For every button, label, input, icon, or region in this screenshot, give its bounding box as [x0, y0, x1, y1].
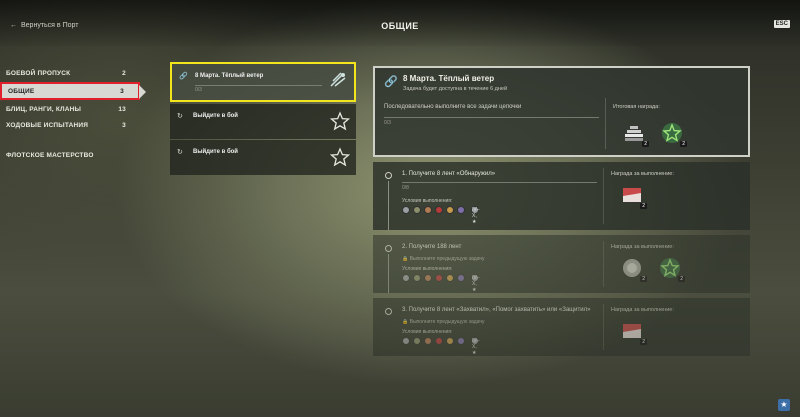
wind-icon — [330, 72, 346, 87]
tier-label: IV–X, ★ — [471, 206, 480, 225]
progress-line — [195, 85, 322, 86]
flags-reward-icon[interactable]: 2 — [623, 122, 649, 147]
chain-description: Последовательно выполните все задачи цеп… — [384, 104, 522, 110]
star-reward-icon[interactable]: 2 — [659, 257, 685, 282]
container-reward-icon[interactable]: 2 — [621, 320, 647, 345]
reward-count: 2 — [640, 203, 647, 209]
mission-label: Выйдите в бой — [193, 149, 238, 155]
reward-count: 2 — [680, 141, 687, 147]
sidebar-item-blitz[interactable]: БЛИЦ, РАНГИ, КЛАНЫ 13 — [0, 102, 140, 116]
page-title: ОБЩИЕ — [381, 21, 419, 31]
star-icon — [330, 147, 350, 167]
mission-progress: 0/3 — [195, 87, 202, 93]
ship-class-icon — [435, 274, 443, 282]
repeat-icon: ↻ — [177, 113, 183, 120]
reward-label: Награда за выполнение: — [611, 171, 674, 177]
mission-card-selected[interactable]: 🔗 8 Марта. Тёплый ветер 0/3 — [170, 62, 356, 102]
sidebar: БОЕВОЙ ПРОПУСК 2 ОБЩИЕ 3 БЛИЦ, РАНГИ, КЛ… — [0, 66, 146, 164]
sidebar-item-fleet-mastery[interactable]: ФЛОТСКОЕ МАСТЕРСТВО — [0, 148, 140, 162]
chain-progress: 0/3 — [384, 120, 391, 126]
status-dot — [385, 308, 392, 315]
ship-class-icon — [424, 274, 432, 282]
container-reward-icon[interactable]: 2 — [621, 184, 647, 209]
task-title: 3. Получите 8 лент «Захватил», «Помог за… — [402, 307, 591, 313]
ship-class-icon — [446, 274, 454, 282]
sidebar-item-label: ФЛОТСКОЕ МАСТЕРСТВО — [6, 151, 94, 159]
reward-count: 2 — [640, 339, 647, 345]
sidebar-item-label: БОЕВОЙ ПРОПУСК — [6, 69, 71, 77]
repeat-icon: ↻ — [177, 149, 183, 156]
mission-card[interactable]: ↻ Выйдите в бой — [170, 140, 356, 175]
sidebar-item-label: ОБЩИЕ — [8, 87, 35, 95]
sidebar-item-sea-trials[interactable]: ХОДОВЫЕ ИСПЫТАНИЯ 3 — [0, 118, 140, 132]
reward-count: 2 — [678, 276, 685, 282]
star-reward-icon[interactable]: 2 — [661, 122, 687, 147]
mission-label: 8 Марта. Тёплый ветер — [195, 73, 264, 79]
task-row[interactable]: 1. Получите 8 лент «Обнаружил» 0/8 Услов… — [373, 162, 750, 230]
ship-class-icon — [402, 206, 410, 214]
ship-class-icon — [413, 337, 421, 345]
sidebar-item-count: 2 — [122, 69, 126, 77]
conditions-label: Условия выполнения: — [402, 198, 453, 204]
ship-class-icon — [402, 274, 410, 282]
star-icon — [330, 111, 350, 131]
sidebar-item-count: 3 — [122, 121, 126, 129]
task-progress: 0/8 — [402, 185, 409, 191]
sidebar-item-label: БЛИЦ, РАНГИ, КЛАНЫ — [6, 105, 82, 113]
reward-label: Награда за выполнение: — [611, 244, 674, 250]
tier-label: IV–X, ★ — [471, 274, 480, 293]
sidebar-item-label: ХОДОВЫЕ ИСПЫТАНИЯ — [6, 121, 89, 129]
esc-badge[interactable]: ESC — [773, 20, 790, 28]
status-dot — [385, 172, 392, 179]
reward-label: Итоговая награда: — [613, 104, 660, 110]
ship-class-icon — [424, 337, 432, 345]
coin-reward-icon[interactable]: 2 — [621, 257, 647, 282]
locked-note: 🔒 Выполните предыдущую задачу — [402, 319, 485, 325]
link-icon: 🔗 — [384, 76, 398, 88]
task-row[interactable]: 2. Получите 188 лент 🔒 Выполните предыду… — [373, 235, 750, 293]
sidebar-item-count: 13 — [118, 105, 126, 113]
task-title: 1. Получите 8 лент «Обнаружил» — [402, 171, 496, 177]
conditions-label: Условия выполнения: — [402, 329, 453, 335]
reward-count: 2 — [640, 276, 647, 282]
ship-class-icon — [457, 274, 465, 282]
ship-class-icon — [413, 206, 421, 214]
condition-icons: IV–X, ★ — [402, 206, 480, 225]
locked-note: 🔒 Выполните предыдущую задачу — [402, 256, 485, 262]
sidebar-item-battle-pass[interactable]: БОЕВОЙ ПРОПУСК 2 — [0, 66, 140, 80]
sidebar-item-count: 3 — [120, 87, 124, 95]
task-row[interactable]: 3. Получите 8 лент «Захватил», «Помог за… — [373, 298, 750, 356]
progress-line — [384, 117, 599, 118]
mission-card[interactable]: ↻ Выйдите в бой — [170, 104, 356, 139]
ship-class-icon — [446, 337, 454, 345]
mission-label: Выйдите в бой — [193, 113, 238, 119]
conditions-label: Условия выполнения: — [402, 266, 453, 272]
chain-title: 8 Марта. Тёплый ветер — [403, 74, 495, 83]
ship-class-icon — [435, 337, 443, 345]
ship-class-icon — [457, 337, 465, 345]
task-title: 2. Получите 188 лент — [402, 244, 462, 250]
chain-subtitle: Задача будет доступна в течение 6 дней — [403, 86, 508, 92]
chain-header: 🔗 8 Марта. Тёплый ветер Задача будет дос… — [373, 66, 750, 157]
reward-label: Награда за выполнение: — [611, 307, 674, 313]
ship-class-icon — [424, 206, 432, 214]
sidebar-item-general[interactable]: ОБЩИЕ 3 — [0, 82, 146, 100]
star-corner-icon[interactable]: ★ — [778, 399, 790, 411]
mission-detail: 🔗 8 Марта. Тёплый ветер Задача будет дос… — [373, 66, 750, 356]
mission-list: 🔗 8 Марта. Тёплый ветер 0/3 ↻ Выйдите в … — [170, 62, 356, 176]
link-icon: 🔗 — [179, 73, 188, 80]
ship-class-icon — [413, 274, 421, 282]
ship-class-icon — [457, 206, 465, 214]
ship-class-icon — [402, 337, 410, 345]
tier-label: IV–X, ★ — [471, 337, 480, 356]
ship-class-icon — [446, 206, 454, 214]
status-dot — [385, 245, 392, 252]
condition-icons: IV–X, ★ — [402, 274, 480, 293]
condition-icons: IV–X, ★ — [402, 337, 480, 356]
ship-class-icon — [435, 206, 443, 214]
reward-count: 2 — [642, 141, 649, 147]
